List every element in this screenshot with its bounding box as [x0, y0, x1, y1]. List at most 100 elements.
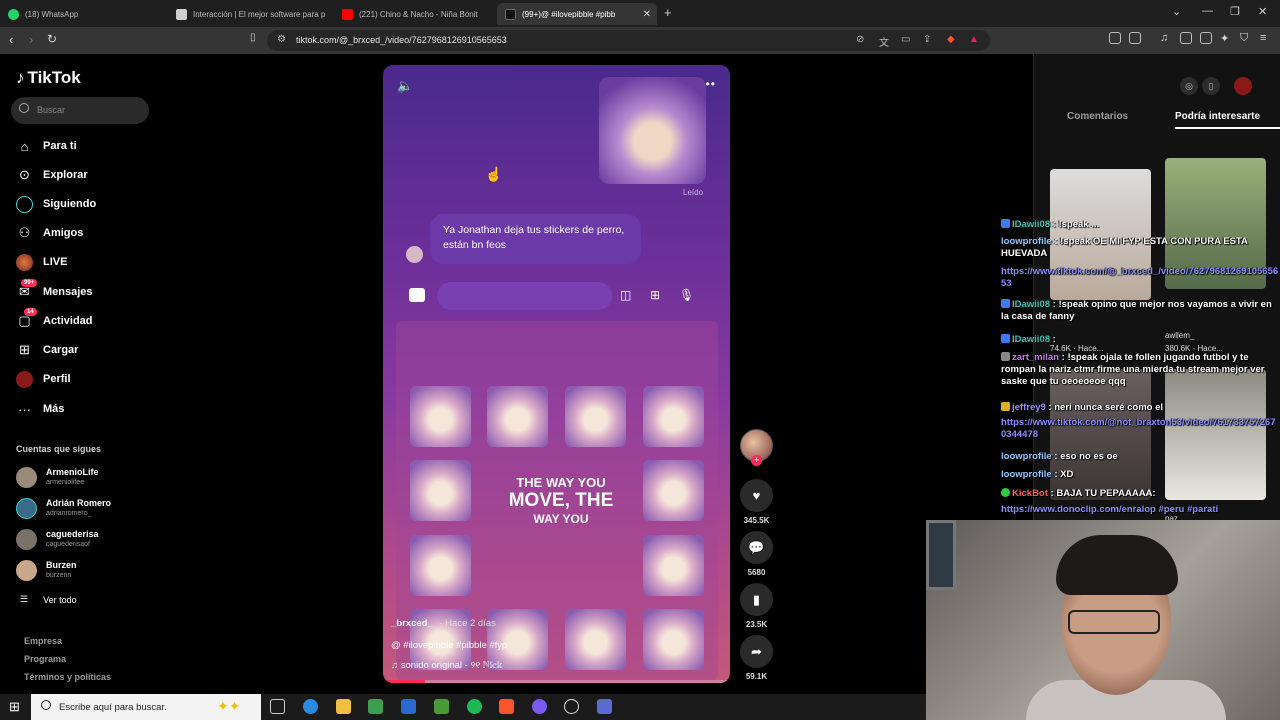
- see-all-link[interactable]: ☰ Ver todo: [20, 594, 77, 605]
- chat-link[interactable]: https://www.tiktok.com/@_brxced_/video/7…: [1001, 266, 1280, 290]
- nav-actividad[interactable]: ▢ 14 Actividad: [16, 307, 93, 331]
- message-field: [437, 282, 612, 310]
- webcam-overlay: [926, 520, 1280, 720]
- brave-icon[interactable]: [499, 699, 514, 714]
- coin-icon[interactable]: ◎: [1180, 77, 1198, 95]
- footer-empresa[interactable]: Empresa: [24, 636, 62, 646]
- tab-youtube[interactable]: (221) Chino & Nacho - Niña Bonit: [334, 3, 494, 25]
- app-icon[interactable]: [597, 699, 612, 714]
- forward-icon[interactable]: ›: [29, 32, 33, 47]
- back-icon[interactable]: ‹: [9, 32, 13, 47]
- nav-label: Perfil: [43, 373, 71, 385]
- wallet-icon[interactable]: [1200, 32, 1212, 44]
- video-player[interactable]: 🔈 ••• Leído Ya Jonathan deja tus sticker…: [383, 65, 730, 683]
- leo-icon[interactable]: ✦: [1220, 32, 1229, 45]
- bookmark-icon[interactable]: ▯: [250, 32, 256, 43]
- profile-avatar[interactable]: [1234, 77, 1252, 95]
- search-placeholder: Buscar: [37, 105, 66, 115]
- nav-live[interactable]: LIVE: [16, 252, 67, 272]
- task-view-icon[interactable]: [270, 699, 285, 714]
- follow-plus-icon[interactable]: +: [751, 455, 762, 466]
- chat-user: IDawii08: [1012, 334, 1051, 345]
- tab-comentarios[interactable]: Comentarios: [1067, 111, 1128, 122]
- site-settings-icon[interactable]: ⚙: [277, 34, 286, 45]
- account-name: caguederisa: [46, 529, 99, 539]
- obs-icon[interactable]: [564, 699, 579, 714]
- discord-icon[interactable]: [532, 699, 547, 714]
- volume-icon[interactable]: 🔈: [397, 78, 413, 94]
- store-icon[interactable]: [368, 699, 383, 714]
- nav-mensajes[interactable]: ✉ 99+ Mensajes: [16, 278, 93, 302]
- video-progress[interactable]: [383, 680, 730, 683]
- like-button[interactable]: ♥: [740, 479, 773, 512]
- sticker-image: [410, 386, 471, 447]
- tab-interaccion[interactable]: Interacción | El mejor software para p: [168, 3, 330, 25]
- windows-start-icon[interactable]: ⊞: [9, 699, 20, 715]
- minecraft-icon[interactable]: [434, 699, 449, 714]
- nav-siguiendo[interactable]: Siguiendo: [16, 194, 96, 214]
- new-tab-icon[interactable]: +: [664, 5, 672, 20]
- music-icon[interactable]: ♫: [1160, 32, 1168, 44]
- nav-mas[interactable]: ··· Más: [16, 399, 64, 419]
- nav-amigos[interactable]: ⚇ Amigos: [16, 223, 84, 243]
- url-text[interactable]: tiktok.com/@_brxced_/video/7627968126910…: [296, 35, 507, 45]
- nav-cargar[interactable]: ⊞ Cargar: [16, 340, 78, 360]
- phone-icon[interactable]: ▯: [1202, 77, 1220, 95]
- footer-terminos[interactable]: Términos y políticas: [24, 672, 111, 682]
- reload-icon[interactable]: ↻: [47, 32, 57, 46]
- extensions-icon[interactable]: [1109, 32, 1121, 44]
- video-sound-row[interactable]: ♫ sonido original - ୨୧ ℕ𝕚𝕔𝕜: [391, 660, 503, 671]
- close-tab-icon[interactable]: ✕: [643, 9, 651, 20]
- share-count: 59.1K: [745, 672, 768, 681]
- share-button[interactable]: ➦: [740, 635, 773, 668]
- message-composer: ◫ ⊞ 🎙: [407, 280, 707, 312]
- comment-button[interactable]: 💬: [740, 531, 773, 564]
- reader-icon[interactable]: [1180, 32, 1192, 44]
- video-author[interactable]: _brxced_: [391, 618, 433, 629]
- sidebar-icon[interactable]: [1129, 32, 1141, 44]
- close-window-icon[interactable]: ✕: [1258, 5, 1267, 18]
- minimize-icon[interactable]: —: [1202, 5, 1213, 17]
- share-icon[interactable]: ⇪: [923, 34, 931, 45]
- heart-icon: ♥: [752, 488, 761, 503]
- spotify-icon[interactable]: [467, 699, 482, 714]
- chat-text: : BAJA TU PEPAAAAA:: [1050, 488, 1156, 499]
- nav-explorar[interactable]: ⊙ Explorar: [16, 165, 88, 185]
- footer-programa[interactable]: Programa: [24, 654, 66, 664]
- file-explorer-icon[interactable]: [336, 699, 351, 714]
- brave-shield-icon[interactable]: ◆: [947, 34, 955, 45]
- chat-line: loowprofile : !speak OE MI FYP ESTA CON …: [1001, 236, 1280, 260]
- tab-whatsapp[interactable]: (18) WhatsApp: [0, 3, 165, 25]
- nav-para-ti[interactable]: ⌂ Para ti: [16, 136, 77, 156]
- restore-icon[interactable]: ❐: [1230, 5, 1240, 18]
- tiktok-logo[interactable]: ♪ TikTok: [16, 68, 81, 88]
- taskbar-search-input[interactable]: Escribe aquí para buscar. ✦✦: [31, 694, 261, 720]
- following-account[interactable]: Burzen burzenn: [16, 557, 77, 583]
- video-caption[interactable]: @ #ilovepibble #pibble #fyp: [391, 640, 507, 651]
- tab-tiktok[interactable]: (99+)@ #ilovepibble #pibb ✕: [497, 3, 657, 25]
- sticker-image: [565, 609, 626, 670]
- following-account[interactable]: Adrián Romero adrianromero_: [16, 495, 111, 521]
- nav-label: LIVE: [43, 256, 68, 268]
- sticker-image: [410, 460, 471, 521]
- following-account[interactable]: caguederisa caguederisaof: [16, 526, 99, 552]
- chat-link[interactable]: https://www.tiktok.com/@not_braxton53/vi…: [1001, 417, 1280, 441]
- no-translate-icon[interactable]: ⊘: [856, 34, 864, 45]
- following-account[interactable]: ArmenioLife armeniolifee: [16, 464, 99, 490]
- rewards-icon[interactable]: ▲: [969, 34, 979, 45]
- account-handle: burzenn: [46, 572, 72, 579]
- nav-perfil[interactable]: Perfil: [16, 369, 71, 389]
- search-input[interactable]: Buscar: [11, 97, 149, 124]
- cast-icon[interactable]: ▭: [901, 34, 910, 45]
- edge-icon[interactable]: [303, 699, 318, 714]
- mail-icon[interactable]: [401, 699, 416, 714]
- vpn-icon[interactable]: ⛉: [1240, 32, 1248, 45]
- chat-link[interactable]: https://www.donoclip.com/enralop #peru #…: [1001, 504, 1280, 516]
- tab-podria-interesarte[interactable]: Podría interesarte: [1175, 111, 1260, 122]
- window-background: [926, 520, 956, 590]
- address-bar[interactable]: ⚙ tiktok.com/@_brxced_/video/76279681269…: [267, 30, 990, 51]
- tab-search-icon[interactable]: ⌄: [1172, 5, 1181, 18]
- translate-icon[interactable]: 文: [879, 34, 889, 49]
- menu-icon[interactable]: ≡: [1260, 32, 1266, 44]
- save-button[interactable]: ▮: [740, 583, 773, 616]
